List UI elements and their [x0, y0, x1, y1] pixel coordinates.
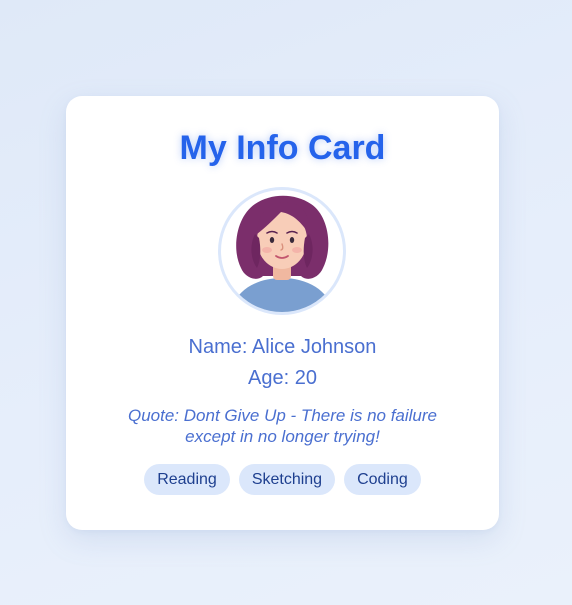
avatar-icon	[231, 195, 333, 312]
age-label: Age:	[248, 367, 290, 389]
name-label: Name:	[188, 336, 248, 358]
hobby-tag-reading: Reading	[144, 464, 230, 495]
quote-text: Dont Give Up - There is no failure excep…	[183, 406, 437, 446]
age-line: Age: 20	[66, 366, 499, 390]
info-card: My Info Card Name: Alice Johnson Age: 20…	[66, 96, 499, 530]
name-line: Name: Alice Johnson	[66, 335, 499, 359]
hobby-tags: Reading Sketching Coding	[66, 464, 499, 495]
quote-label: Quote:	[128, 406, 180, 425]
card-title: My Info Card	[179, 129, 386, 167]
quote: Quote: Dont Give Up - There is no failur…	[106, 405, 459, 447]
hobby-tag-coding: Coding	[344, 464, 421, 495]
age-value: 20	[294, 367, 317, 389]
name-value: Alice Johnson	[251, 336, 377, 358]
hobby-tag-sketching: Sketching	[238, 464, 336, 495]
avatar	[218, 187, 346, 315]
